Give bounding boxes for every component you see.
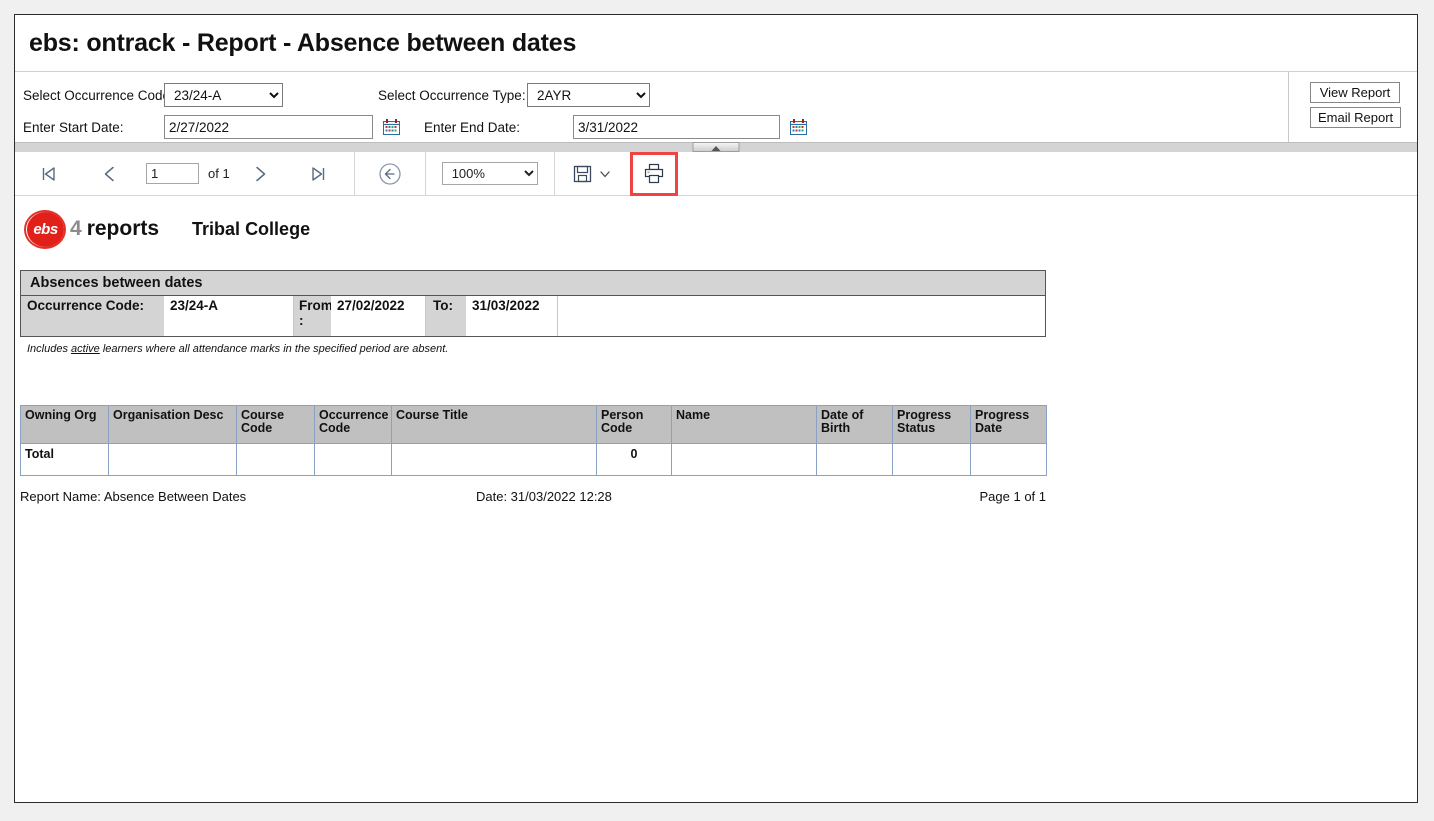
column-header-organisation-desc: Organisation Desc xyxy=(108,405,237,444)
report-actions: View Report Email Report xyxy=(1288,72,1417,142)
occurrence-code-label: Select Occurrence Code: xyxy=(23,87,174,103)
parameters-collapse-strip xyxy=(15,142,1417,152)
start-date-label: Enter Start Date: xyxy=(23,119,124,135)
report-viewer-toolbar: of 1 xyxy=(15,151,1417,196)
column-header-person-code: Person Code xyxy=(596,405,672,444)
cell-course-code xyxy=(236,443,315,476)
report-header-block: Absences between dates Occurrence Code: … xyxy=(20,270,1046,355)
cell-progress-status xyxy=(892,443,971,476)
column-header-progress-status: Progress Status xyxy=(892,405,971,444)
zoom-group: 100% xyxy=(426,152,538,195)
column-header-name: Name xyxy=(671,405,817,444)
report-note: Includes active learners where all atten… xyxy=(27,343,1046,355)
occurrence-code-select[interactable]: 23/24-A xyxy=(164,83,283,107)
page-count-label: of 1 xyxy=(208,166,230,181)
next-page-icon[interactable] xyxy=(240,159,280,189)
footer-page: Page 1 of 1 xyxy=(979,489,1047,504)
report-branding: ebs 4 reports Tribal College xyxy=(15,206,1417,252)
cell-owning-org: Total xyxy=(20,443,109,476)
screen: ebs: ontrack - Report - Absence between … xyxy=(0,0,1434,821)
cell-person-code: 0 xyxy=(596,443,672,476)
navigation-group xyxy=(355,152,410,195)
brand-version-number: 4 xyxy=(70,217,82,240)
cell-occurrence-code xyxy=(314,443,392,476)
report-meta-row: Occurrence Code: 23/24-A From : 27/02/20… xyxy=(20,295,1046,337)
report-note-prefix: Includes xyxy=(27,343,72,355)
previous-page-icon[interactable] xyxy=(90,159,130,189)
view-report-button[interactable]: View Report xyxy=(1310,82,1400,103)
footer-report-name: Report Name: Absence Between Dates xyxy=(20,489,247,504)
cell-course-title xyxy=(391,443,597,476)
chevron-down-icon[interactable] xyxy=(599,168,611,180)
absence-data-table: Owning Org Organisation Desc Course Code… xyxy=(20,405,1047,476)
meta-from-value: 27/02/2022 xyxy=(331,296,426,336)
save-floppy-icon[interactable] xyxy=(573,164,592,183)
parameter-row-dates: Enter Start Date: 2/27/2022 Enter End Da… xyxy=(15,112,1288,142)
column-header-date-of-birth: Date of Birth xyxy=(816,405,893,444)
last-page-icon[interactable] xyxy=(298,159,338,189)
brand-reports-label: reports xyxy=(86,217,160,240)
report-parameters-panel: Select Occurrence Code: 23/24-A Select O… xyxy=(15,72,1417,142)
end-date-label: Enter End Date: xyxy=(424,119,521,135)
report-note-suffix: learners where all attendance marks in t… xyxy=(99,343,449,355)
parameter-fields: Select Occurrence Code: 23/24-A Select O… xyxy=(15,72,1288,142)
column-header-progress-date: Progress Date xyxy=(970,405,1047,444)
report-footer: Report Name: Absence Between Dates Date:… xyxy=(20,489,1046,509)
start-date-input[interactable] xyxy=(164,115,373,139)
print-button-highlight[interactable] xyxy=(629,151,678,196)
meta-from-label: From : xyxy=(294,296,333,336)
end-date-calendar-icon[interactable] xyxy=(789,118,807,136)
first-page-icon[interactable] xyxy=(29,159,69,189)
ebs-logo-text: ebs xyxy=(33,220,58,238)
start-date-calendar-icon[interactable] xyxy=(382,118,400,136)
pagination-group: of 1 xyxy=(15,152,338,195)
print-icon[interactable] xyxy=(636,158,672,190)
page-number-input[interactable] xyxy=(146,163,199,184)
zoom-select[interactable]: 100% xyxy=(441,162,538,185)
report-window: ebs: ontrack - Report - Absence between … xyxy=(14,14,1418,803)
table-header-row: Owning Org Organisation Desc Course Code… xyxy=(20,405,1047,444)
occurrence-type-select[interactable]: 2AYR xyxy=(527,83,650,107)
window-title-bar: ebs: ontrack - Report - Absence between … xyxy=(15,15,1417,72)
back-arrow-icon[interactable] xyxy=(370,159,410,189)
footer-date: Date: 31/03/2022 12:28 xyxy=(476,489,612,504)
table-row: Total 0 xyxy=(20,443,1047,476)
column-header-course-title: Course Title xyxy=(391,405,597,444)
meta-to-label: To: xyxy=(426,296,466,336)
cell-date-of-birth xyxy=(816,443,893,476)
export-print-group xyxy=(555,151,678,196)
meta-filler xyxy=(558,296,1045,336)
report-note-emphasis: active xyxy=(71,343,100,355)
report-heading: Absences between dates xyxy=(20,270,1046,295)
page-title: ebs: ontrack - Report - Absence between … xyxy=(29,28,577,57)
cell-organisation-desc xyxy=(108,443,237,476)
organisation-name: Tribal College xyxy=(192,218,311,239)
email-report-button[interactable]: Email Report xyxy=(1310,107,1402,128)
parameter-row-codes: Select Occurrence Code: 23/24-A Select O… xyxy=(15,80,1288,110)
meta-to-value: 31/03/2022 xyxy=(466,296,558,336)
collapse-parameters-handle[interactable] xyxy=(692,142,740,152)
end-date-input[interactable] xyxy=(573,115,780,139)
column-header-course-code: Course Code xyxy=(236,405,315,444)
meta-occurrence-code-value: 23/24-A xyxy=(164,296,294,336)
meta-from-label-word: From xyxy=(299,298,333,313)
meta-occurrence-code-label: Occurrence Code: xyxy=(21,296,164,336)
column-header-owning-org: Owning Org xyxy=(20,405,109,444)
occurrence-type-label: Select Occurrence Type: xyxy=(378,87,526,103)
meta-from-label-colon: : xyxy=(299,313,304,328)
cell-name xyxy=(671,443,817,476)
column-header-occurrence-code: Occurrence Code xyxy=(314,405,392,444)
report-content: ebs 4 reports Tribal College Absences be… xyxy=(15,196,1417,802)
ebs-logo-icon: ebs xyxy=(23,209,68,250)
cell-progress-date xyxy=(970,443,1047,476)
